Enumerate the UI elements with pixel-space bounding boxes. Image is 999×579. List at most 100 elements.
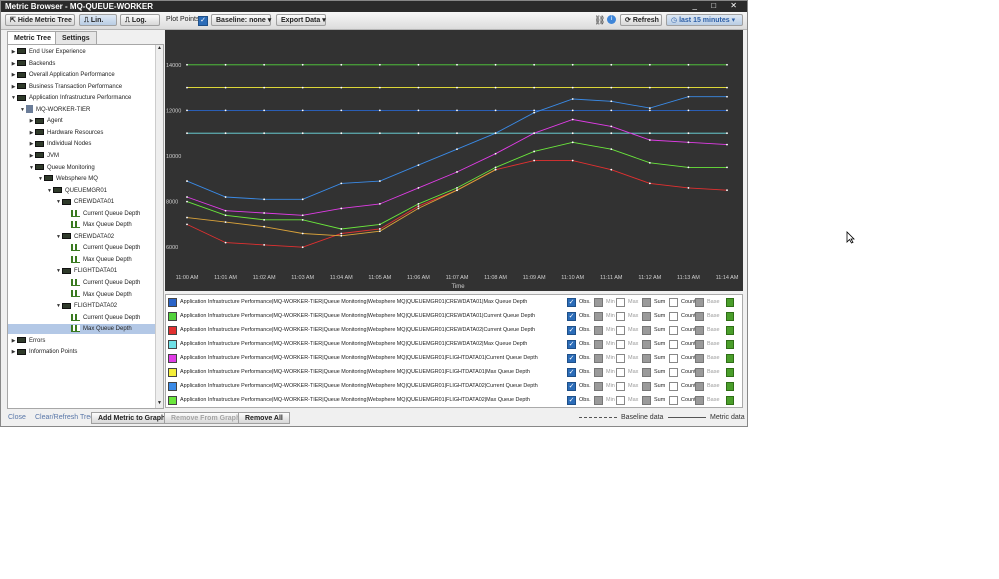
data-point[interactable]: [456, 189, 458, 192]
tree-node[interactable]: ▼ MQ-WORKER-TIER: [8, 105, 163, 115]
tree-node[interactable]: Current Queue Depth: [8, 313, 163, 323]
tree-node[interactable]: ▶ Information Points: [8, 347, 158, 357]
min-checkbox[interactable]: [594, 368, 603, 377]
data-point[interactable]: [533, 132, 536, 135]
add-to-graph-icon[interactable]: [726, 396, 734, 405]
max-checkbox[interactable]: [616, 382, 625, 391]
base-checkbox[interactable]: [695, 354, 704, 363]
minimize-icon[interactable]: _: [693, 1, 703, 10]
scroll-up-icon[interactable]: ▲: [156, 45, 163, 53]
series-color-swatch[interactable]: [168, 354, 177, 363]
tree-node[interactable]: Current Queue Depth: [8, 209, 163, 219]
legend-row[interactable]: Application Infrastructure Performance|M…: [166, 310, 742, 324]
data-point[interactable]: [417, 86, 420, 89]
add-to-graph-icon[interactable]: [726, 340, 734, 349]
collapsed-arrow-icon[interactable]: ▶: [28, 139, 35, 149]
data-point[interactable]: [456, 63, 458, 66]
tree-node[interactable]: Max Queue Depth: [8, 324, 163, 335]
sum-checkbox[interactable]: [642, 326, 651, 335]
expanded-arrow-icon[interactable]: ▼: [55, 266, 62, 276]
max-checkbox[interactable]: [616, 298, 625, 307]
data-point[interactable]: [726, 63, 728, 66]
data-point[interactable]: [263, 63, 266, 66]
remove-from-graph-button[interactable]: Remove From Graph: [164, 412, 248, 424]
add-to-graph-icon[interactable]: [726, 368, 734, 377]
max-checkbox[interactable]: [616, 354, 625, 363]
data-point[interactable]: [726, 86, 728, 89]
obs-checkbox[interactable]: ✓: [567, 382, 576, 391]
tab-metric-tree[interactable]: Metric Tree: [7, 31, 58, 45]
data-point[interactable]: [263, 109, 266, 112]
data-point[interactable]: [456, 86, 458, 89]
count-checkbox[interactable]: [669, 298, 678, 307]
sum-checkbox[interactable]: [642, 368, 651, 377]
log-scale-button[interactable]: ⎍ Log.: [120, 14, 160, 26]
data-point[interactable]: [340, 182, 343, 185]
data-point[interactable]: [224, 196, 227, 198]
min-checkbox[interactable]: [594, 396, 603, 405]
data-point[interactable]: [301, 132, 304, 135]
linear-scale-button[interactable]: ⎍ Lin.: [79, 14, 117, 26]
expanded-arrow-icon[interactable]: ▼: [55, 232, 62, 242]
data-point[interactable]: [186, 86, 188, 89]
refresh-button[interactable]: ⟳ Refresh: [620, 14, 662, 26]
data-point[interactable]: [340, 86, 343, 89]
data-point[interactable]: [456, 187, 458, 189]
tree-node[interactable]: ▶ Individual Nodes: [8, 139, 163, 149]
data-point[interactable]: [571, 159, 574, 162]
data-point[interactable]: [494, 152, 497, 155]
tree-node[interactable]: Max Queue Depth: [8, 255, 163, 265]
sum-checkbox[interactable]: [642, 382, 651, 391]
data-point[interactable]: [648, 63, 651, 66]
data-point[interactable]: [263, 86, 266, 89]
data-point[interactable]: [726, 166, 728, 169]
data-point[interactable]: [571, 132, 574, 135]
data-point[interactable]: [186, 200, 188, 203]
tree-node[interactable]: ▶ JVM: [8, 151, 163, 161]
obs-checkbox[interactable]: ✓: [567, 368, 576, 377]
data-point[interactable]: [648, 86, 651, 89]
collapsed-arrow-icon[interactable]: ▶: [10, 336, 17, 346]
data-point[interactable]: [726, 189, 728, 192]
export-data-dropdown[interactable]: Export Data ▾: [276, 14, 326, 26]
data-point[interactable]: [533, 111, 536, 114]
legend-row[interactable]: Application Infrastructure Performance|M…: [166, 394, 742, 408]
data-point[interactable]: [340, 132, 343, 135]
data-point[interactable]: [301, 63, 304, 66]
add-to-graph-icon[interactable]: [726, 326, 734, 335]
tree-node[interactable]: ▼ QUEUEMGR01: [8, 186, 163, 196]
tree-node[interactable]: ▶ End User Experience: [8, 47, 158, 57]
data-point[interactable]: [340, 207, 343, 210]
info-icon[interactable]: i: [607, 15, 616, 24]
data-point[interactable]: [610, 86, 613, 89]
expanded-arrow-icon[interactable]: ▼: [28, 163, 35, 173]
tree-node[interactable]: ▶ Overall Application Performance: [8, 70, 158, 80]
tree-scrollbar[interactable]: ▲ ▼: [155, 45, 163, 408]
data-point[interactable]: [224, 209, 227, 212]
data-point[interactable]: [610, 168, 613, 171]
data-point[interactable]: [378, 109, 381, 112]
legend-row[interactable]: Application Infrastructure Performance|M…: [166, 324, 742, 338]
count-checkbox[interactable]: [669, 354, 678, 363]
data-point[interactable]: [186, 196, 188, 198]
link-icon[interactable]: ⛓: [594, 15, 605, 26]
data-point[interactable]: [378, 63, 381, 66]
tree-node[interactable]: ▼ FLIGHTDATA02: [8, 301, 163, 311]
data-point[interactable]: [687, 187, 690, 189]
max-checkbox[interactable]: [616, 312, 625, 321]
expanded-arrow-icon[interactable]: ▼: [19, 105, 26, 115]
expanded-arrow-icon[interactable]: ▼: [37, 174, 44, 184]
data-point[interactable]: [301, 214, 304, 217]
data-point[interactable]: [301, 109, 304, 112]
min-checkbox[interactable]: [594, 312, 603, 321]
tree-node[interactable]: ▶ Hardware Resources: [8, 128, 163, 138]
data-point[interactable]: [301, 198, 304, 201]
base-checkbox[interactable]: [695, 382, 704, 391]
count-checkbox[interactable]: [669, 326, 678, 335]
data-point[interactable]: [494, 109, 497, 112]
data-point[interactable]: [687, 63, 690, 66]
data-point[interactable]: [263, 132, 266, 135]
collapsed-arrow-icon[interactable]: ▶: [10, 70, 17, 80]
data-point[interactable]: [648, 107, 651, 110]
data-point[interactable]: [648, 161, 651, 164]
